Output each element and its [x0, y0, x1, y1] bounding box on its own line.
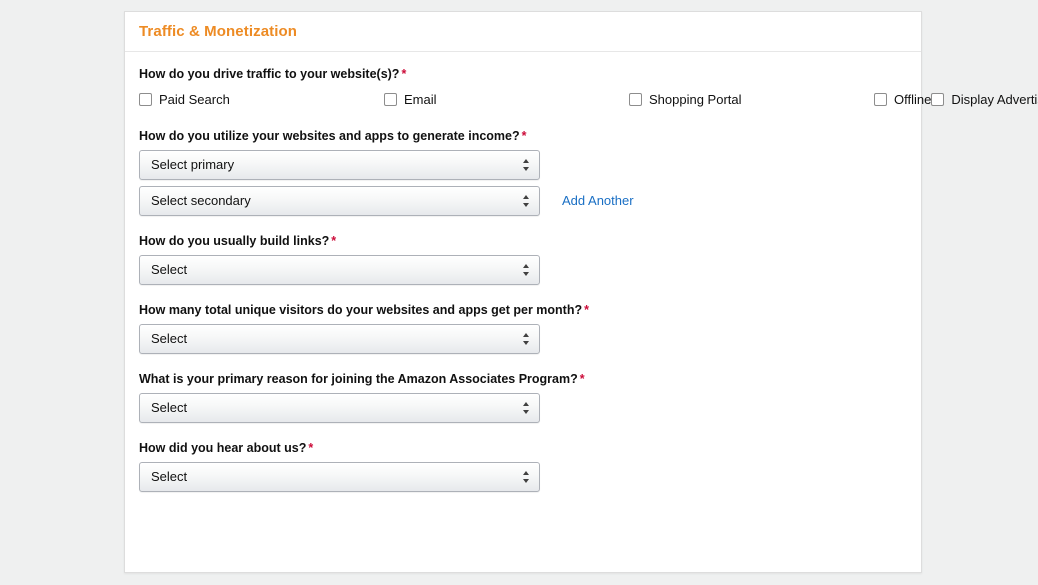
required-asterisk: * [331, 233, 337, 248]
question-income-text: How do you utilize your websites and app… [139, 128, 520, 143]
select-value: Select [151, 331, 188, 346]
checkbox-box-icon[interactable] [931, 92, 945, 106]
income-primary-row: Select primary [139, 149, 921, 180]
checkbox-box-icon[interactable] [629, 92, 642, 106]
reason-select-row: Select [139, 392, 921, 423]
checkbox-label: Offline [894, 91, 932, 107]
checkbox-box-icon[interactable] [139, 92, 152, 106]
select-hear-about-us[interactable]: Select [139, 461, 540, 492]
question-visitors-text: How many total unique visitors do your w… [139, 302, 583, 317]
checkbox-shopping-portal[interactable]: Shopping Portal [629, 88, 874, 111]
required-asterisk: * [308, 440, 314, 455]
select-unique-visitors[interactable]: Select [139, 323, 540, 354]
card-header: Traffic & Monetization [125, 12, 921, 52]
page-title: Traffic & Monetization [139, 23, 298, 40]
question-income-label: How do you utilize your websites and app… [139, 128, 921, 144]
select-value: Select [151, 400, 188, 415]
chevron-updown-icon [522, 332, 529, 345]
checkbox-display-advertising[interactable]: Display Advertising [931, 88, 1038, 111]
question-hear-about-block: How did you hear about us? * Select [139, 440, 921, 492]
question-links-block: How do you usually build links? * Select [139, 233, 921, 285]
chevron-updown-icon [522, 401, 529, 414]
question-hear-about-label: How did you hear about us? * [139, 440, 921, 456]
checkbox-label: Paid Search [159, 91, 230, 107]
required-asterisk: * [584, 302, 589, 317]
select-value: Select primary [151, 157, 235, 172]
question-traffic-block: How do you drive traffic to your website… [139, 66, 1038, 111]
income-secondary-row: Select secondary Add Another [139, 185, 921, 216]
required-asterisk: * [579, 371, 585, 386]
checkbox-box-icon[interactable] [384, 92, 397, 106]
hear-about-select-row: Select [139, 461, 921, 492]
checkbox-box-icon[interactable] [874, 92, 887, 106]
select-build-links[interactable]: Select [139, 254, 540, 285]
select-joining-reason[interactable]: Select [139, 392, 540, 423]
links-select-row: Select [139, 254, 921, 285]
traffic-monetization-card: Traffic & Monetization How do you drive … [124, 11, 1038, 573]
chevron-updown-icon [522, 158, 529, 171]
card-body: How do you drive traffic to your website… [125, 52, 1038, 492]
page-root: Traffic & Monetization How do you drive … [0, 0, 1038, 585]
chevron-updown-icon [522, 263, 529, 276]
question-traffic-text: How do you drive traffic to your website… [139, 67, 400, 81]
question-visitors-label: How many total unique visitors do your w… [139, 302, 921, 318]
question-income-block: How do you utilize your websites and app… [139, 128, 921, 216]
required-asterisk: * [401, 67, 407, 81]
checkbox-label: Display Advertising [951, 91, 1038, 107]
question-reason-label: What is your primary reason for joining … [139, 371, 921, 387]
select-value: Select secondary [151, 193, 251, 208]
add-another-link[interactable]: Add Another [562, 193, 634, 208]
checkbox-paid-search[interactable]: Paid Search [139, 88, 384, 111]
checkbox-label: Email [404, 91, 437, 107]
required-asterisk: * [521, 128, 527, 143]
question-visitors-block: How many total unique visitors do your w… [139, 302, 921, 354]
question-links-label: How do you usually build links? * [139, 233, 921, 249]
question-links-text: How do you usually build links? [139, 233, 330, 248]
question-reason-block: What is your primary reason for joining … [139, 371, 921, 423]
visitors-select-row: Select [139, 323, 921, 354]
checkbox-offline[interactable]: Offline [874, 88, 931, 111]
traffic-checkbox-grid: Paid Search Email Shopping Portal Offlin… [139, 88, 1038, 111]
question-reason-text: What is your primary reason for joining … [139, 371, 578, 386]
chevron-updown-icon [522, 194, 529, 207]
checkbox-label: Shopping Portal [649, 91, 742, 107]
checkbox-email[interactable]: Email [384, 88, 629, 111]
question-traffic-label: How do you drive traffic to your website… [139, 66, 921, 82]
select-value: Select [151, 262, 188, 277]
question-hear-about-text: How did you hear about us? [139, 440, 307, 455]
select-income-secondary[interactable]: Select secondary [139, 185, 540, 216]
chevron-updown-icon [522, 470, 529, 483]
select-income-primary[interactable]: Select primary [139, 149, 540, 180]
select-value: Select [151, 469, 188, 484]
